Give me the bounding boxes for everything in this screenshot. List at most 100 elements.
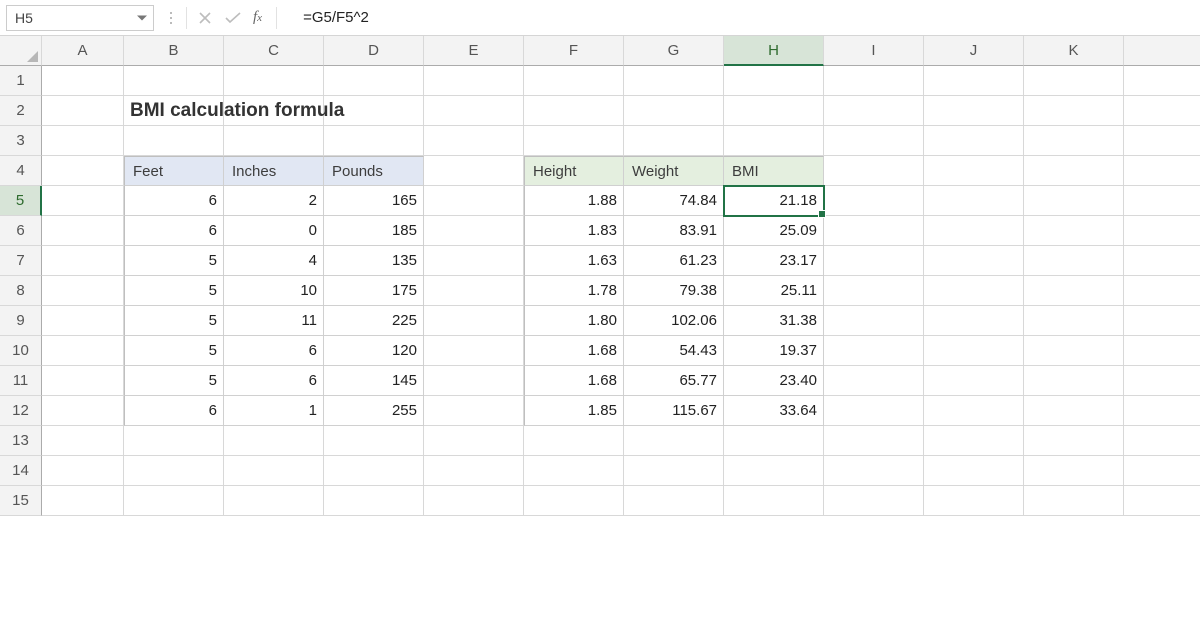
cell[interactable] [424, 96, 524, 126]
cell[interactable]: 5 [124, 366, 224, 396]
cell[interactable] [924, 456, 1024, 486]
column-header[interactable]: K [1024, 36, 1124, 66]
row-header[interactable]: 11 [0, 366, 42, 396]
cell[interactable] [924, 336, 1024, 366]
cell[interactable] [424, 366, 524, 396]
cell[interactable]: 135 [324, 246, 424, 276]
column-header[interactable]: B [124, 36, 224, 66]
cell[interactable] [824, 336, 924, 366]
cell[interactable] [424, 246, 524, 276]
row-header[interactable]: 13 [0, 426, 42, 456]
cell[interactable] [924, 156, 1024, 186]
cell[interactable] [824, 426, 924, 456]
cell[interactable] [1124, 396, 1200, 426]
cell[interactable]: 6 [124, 186, 224, 216]
cell[interactable] [124, 486, 224, 516]
cell[interactable] [1024, 246, 1124, 276]
cell[interactable]: 1.63 [524, 246, 624, 276]
cell[interactable] [42, 126, 124, 156]
drag-handle-icon[interactable] [160, 12, 182, 24]
cell[interactable]: BMI [724, 156, 824, 186]
cell[interactable]: 225 [324, 306, 424, 336]
cell[interactable] [224, 126, 324, 156]
cell[interactable] [424, 186, 524, 216]
cell[interactable] [424, 216, 524, 246]
cell[interactable] [824, 126, 924, 156]
row-header[interactable]: 1 [0, 66, 42, 96]
cell[interactable] [1124, 66, 1200, 96]
cell[interactable] [724, 66, 824, 96]
cell[interactable] [724, 486, 824, 516]
cell[interactable] [924, 186, 1024, 216]
row-header[interactable]: 3 [0, 126, 42, 156]
cell[interactable]: 5 [124, 246, 224, 276]
cell[interactable] [224, 66, 324, 96]
cell[interactable] [1024, 216, 1124, 246]
cell[interactable] [524, 126, 624, 156]
cell[interactable] [1124, 96, 1200, 126]
formula-input[interactable] [281, 5, 1194, 31]
cell[interactable] [924, 486, 1024, 516]
cell[interactable] [824, 486, 924, 516]
row-header[interactable]: 5 [0, 186, 42, 216]
cell[interactable]: Inches [224, 156, 324, 186]
cell[interactable] [1024, 456, 1124, 486]
cell[interactable]: 6 [124, 216, 224, 246]
cell[interactable] [924, 246, 1024, 276]
cell[interactable] [824, 156, 924, 186]
cell[interactable] [924, 66, 1024, 96]
cell[interactable]: 25.09 [724, 216, 824, 246]
column-header[interactable]: C [224, 36, 324, 66]
cell[interactable] [424, 156, 524, 186]
cell[interactable] [1124, 246, 1200, 276]
cell[interactable]: BMI calculation formula [124, 96, 224, 126]
cell[interactable]: 165 [324, 186, 424, 216]
cell[interactable] [224, 486, 324, 516]
cell[interactable] [824, 396, 924, 426]
cell[interactable] [42, 216, 124, 246]
cell[interactable]: 54.43 [624, 336, 724, 366]
cell[interactable]: 6 [224, 336, 324, 366]
cell[interactable]: 61.23 [624, 246, 724, 276]
cell[interactable] [324, 66, 424, 96]
cell[interactable] [1024, 366, 1124, 396]
cell[interactable]: 74.84 [624, 186, 724, 216]
cell[interactable] [42, 456, 124, 486]
cell[interactable] [624, 126, 724, 156]
cell[interactable] [1124, 306, 1200, 336]
cell[interactable] [1024, 426, 1124, 456]
row-header[interactable]: 12 [0, 396, 42, 426]
cell[interactable] [224, 456, 324, 486]
row-header[interactable]: 14 [0, 456, 42, 486]
cell[interactable] [1124, 216, 1200, 246]
cell[interactable]: 5 [124, 276, 224, 306]
cell[interactable] [1124, 486, 1200, 516]
column-header[interactable]: E [424, 36, 524, 66]
cell[interactable] [1124, 156, 1200, 186]
cell[interactable] [424, 426, 524, 456]
cell[interactable]: 79.38 [624, 276, 724, 306]
cell[interactable]: 83.91 [624, 216, 724, 246]
cell[interactable]: 4 [224, 246, 324, 276]
cell[interactable]: 1.85 [524, 396, 624, 426]
cell[interactable]: 19.37 [724, 336, 824, 366]
cell[interactable]: 115.67 [624, 396, 724, 426]
cell[interactable]: Pounds [324, 156, 424, 186]
cell[interactable] [624, 96, 724, 126]
cell[interactable] [1124, 456, 1200, 486]
cell[interactable] [124, 66, 224, 96]
cell[interactable]: 23.17 [724, 246, 824, 276]
cell[interactable] [824, 66, 924, 96]
column-header[interactable]: F [524, 36, 624, 66]
cell[interactable]: 65.77 [624, 366, 724, 396]
cell[interactable] [924, 396, 1024, 426]
cell[interactable] [1024, 156, 1124, 186]
row-header[interactable]: 7 [0, 246, 42, 276]
cell[interactable]: 31.38 [724, 306, 824, 336]
cell[interactable] [824, 306, 924, 336]
cell[interactable] [1024, 96, 1124, 126]
cell[interactable] [824, 186, 924, 216]
cell[interactable] [42, 486, 124, 516]
cell[interactable] [624, 426, 724, 456]
cell[interactable] [624, 66, 724, 96]
